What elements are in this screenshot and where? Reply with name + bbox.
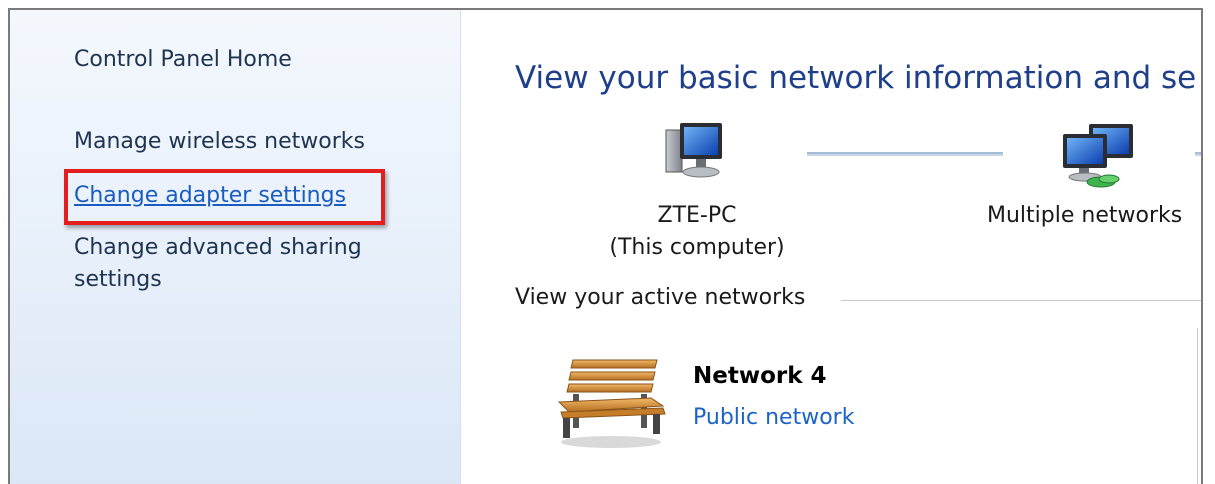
active-networks-heading: View your active networks	[515, 285, 806, 310]
main-content: View your basic network information and …	[461, 10, 1201, 484]
network-type-link[interactable]: Public network	[693, 405, 854, 430]
sidebar-item-control-panel-home[interactable]: Control Panel Home	[74, 44, 292, 76]
computer-subtitle: (This computer)	[609, 235, 785, 260]
connector-line	[807, 152, 1003, 156]
sidebar-item-settings-continued[interactable]: settings	[74, 264, 162, 296]
section-divider	[841, 300, 1201, 301]
connector-line-2	[1195, 152, 1201, 156]
sidebar-item-change-advanced-sharing[interactable]: Change advanced sharing	[74, 232, 362, 264]
multiple-networks-label: Multiple networks	[987, 203, 1183, 228]
multiple-networks-icon	[1063, 124, 1133, 188]
park-bench-icon	[557, 359, 666, 448]
computer-name: ZTE-PC	[657, 203, 737, 228]
sidebar-item-manage-wireless-networks[interactable]: Manage wireless networks	[74, 126, 365, 158]
active-network-name: Network 4	[693, 363, 827, 389]
vertical-divider	[1197, 328, 1198, 484]
control-panel-window: Control Panel Home Manage wireless netwo…	[8, 8, 1203, 484]
sidebar: Control Panel Home Manage wireless netwo…	[10, 10, 461, 484]
sidebar-item-change-adapter-settings[interactable]: Change adapter settings	[74, 180, 346, 212]
computer-icon	[665, 123, 722, 178]
page-title: View your basic network information and …	[515, 60, 1197, 96]
